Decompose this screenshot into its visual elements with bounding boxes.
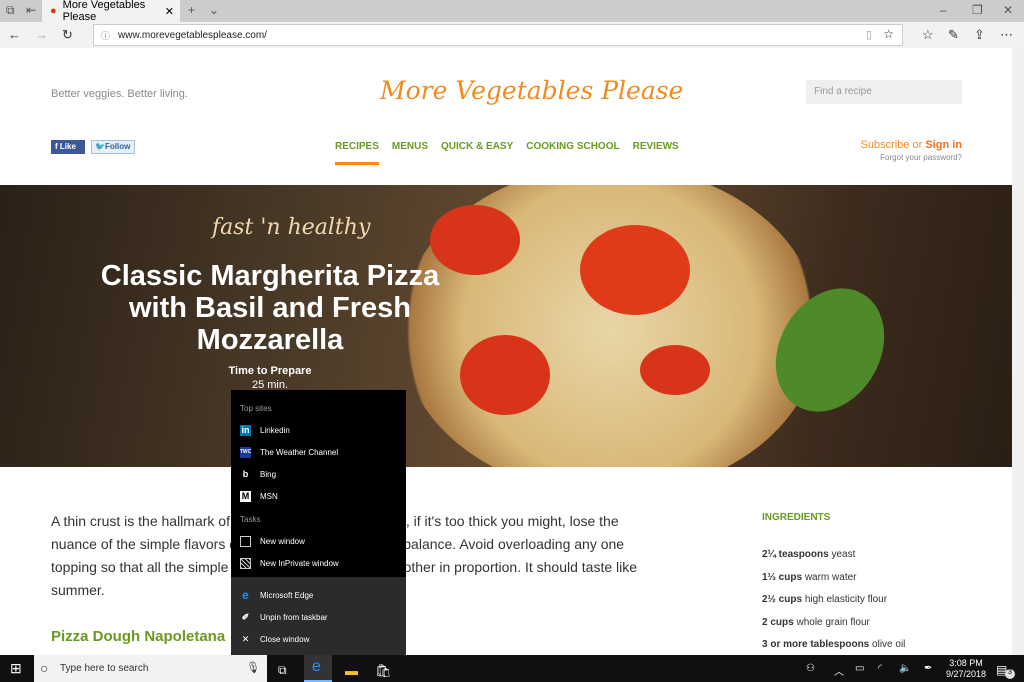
tomato-favicon-icon: ● <box>50 5 57 17</box>
like-label: Like <box>59 142 76 151</box>
more-icon[interactable]: ⋯ <box>1000 27 1013 43</box>
msn-icon: M <box>240 490 251 502</box>
web-page: Better veggies. Better living. More Vege… <box>0 48 1012 655</box>
task-view-icon[interactable]: ⧉ <box>278 663 287 678</box>
main-menu: RECIPES MENUS QUICK & EASY COOKING SCHOO… <box>335 141 679 165</box>
windows-start-icon[interactable]: ⊞ <box>10 660 22 677</box>
show-hidden-icon[interactable]: ︿ <box>834 663 844 678</box>
menu-quick-easy[interactable]: QUICK & EASY <box>441 141 513 165</box>
menu-cooking-school[interactable]: COOKING SCHOOL <box>526 141 619 165</box>
back-icon[interactable]: ← <box>8 27 21 42</box>
set-aside-tabs-icon[interactable]: ⇤ <box>26 3 36 17</box>
tab-title: More Vegetables Please <box>62 0 146 23</box>
time-to-prepare-label: Time to Prepare <box>228 365 312 377</box>
close-icon: ✕ <box>241 633 250 644</box>
search-placeholder: Type here to search <box>60 663 149 674</box>
favorite-star-icon[interactable]: ☆ <box>883 27 894 41</box>
inprivate-window-icon <box>240 557 251 569</box>
store-icon[interactable]: 🛍 <box>375 663 392 679</box>
ingredients-list: 2¼ teaspoons yeast 1⅓ cups warm water 2½… <box>762 544 905 655</box>
jump-new-inprivate[interactable]: New InPrivate window <box>231 553 406 573</box>
wifi-icon[interactable]: ◜ <box>878 663 882 674</box>
vertical-scrollbar[interactable] <box>1012 48 1024 655</box>
jump-weather-channel[interactable]: TWC The Weather Channel <box>231 442 406 462</box>
subscribe-signin: Subscribe or Sign in <box>820 139 963 151</box>
close-tab-icon[interactable]: ✕ <box>165 5 174 18</box>
ingredient-item: 3 or more tablespoons olive oil <box>762 639 906 651</box>
info-icon: ⓘ <box>101 31 111 41</box>
subscribe-link[interactable]: Subscribe or <box>861 139 923 151</box>
menu-recipes[interactable]: RECIPES <box>335 141 379 165</box>
share-icon[interactable]: ⇪ <box>974 27 985 43</box>
tasks-label: Tasks <box>240 515 261 524</box>
ingredients-heading: INGREDIENTS <box>762 512 831 523</box>
recipe-search-input[interactable]: Find a recipe <box>806 80 962 104</box>
jump-linkedin[interactable]: in Linkedin <box>231 420 406 440</box>
favorites-icon[interactable]: ☆ <box>922 27 934 43</box>
ingredient-item: 2 cups whole grain flour <box>762 616 870 628</box>
reading-view-icon[interactable]: ▯ <box>866 28 872 41</box>
address-bar[interactable]: ⓘ www.morevegetablesplease.com/ ▯ ☆ <box>93 24 903 46</box>
site-logo[interactable]: More Vegetables Please <box>380 76 683 105</box>
cortana-icon: ○ <box>40 660 49 676</box>
window-icon <box>240 535 251 547</box>
new-tab-icon[interactable]: + <box>188 3 195 17</box>
jump-bing[interactable]: b Bing <box>231 464 406 484</box>
jump-new-window[interactable]: New window <box>231 531 406 551</box>
jump-unpin[interactable]: ✐ Unpin from taskbar <box>231 607 406 627</box>
ingredient-item: 2½ cups high elasticity flour <box>762 594 888 606</box>
edge-icon: e <box>242 588 249 602</box>
url-text: www.morevegetablesplease.com/ <box>118 29 267 41</box>
linkedin-icon: in <box>240 424 251 436</box>
microphone-icon[interactable]: 🎙 <box>246 661 260 674</box>
twitter-follow-button[interactable]: 🐦Follow <box>91 140 135 154</box>
taskbar-search-input[interactable]: ○ Type here to search 🎙 <box>34 655 267 682</box>
refresh-icon[interactable]: ↻ <box>62 27 73 43</box>
file-explorer-icon[interactable]: ▬ <box>345 663 358 678</box>
jump-close-window[interactable]: ✕ Close window <box>231 629 406 649</box>
twitter-icon: 🐦 <box>95 142 105 151</box>
web-note-icon[interactable]: ✎ <box>948 27 959 43</box>
tab-preview-chevron-icon[interactable]: ⌄ <box>209 3 219 17</box>
article-subheading: Pizza Dough Napoletana <box>51 628 226 645</box>
browser-tab[interactable]: ● More Vegetables Please ✕ <box>42 0 180 23</box>
follow-label: Follow <box>104 142 131 151</box>
jump-msn[interactable]: M MSN <box>231 486 406 506</box>
volume-icon[interactable]: 🔈 <box>899 663 911 674</box>
site-tagline: Better veggies. Better living. <box>51 88 188 100</box>
hero-title: Classic Margherita Pizza with Basil and … <box>100 260 440 356</box>
pen-icon[interactable]: ✒ <box>924 663 932 674</box>
bing-icon: b <box>242 469 249 479</box>
edge-jump-list: Top sites in Linkedin TWC The Weather Chan… <box>231 390 406 655</box>
weather-channel-icon: TWC <box>240 446 251 458</box>
jump-microsoft-edge[interactable]: e Microsoft Edge <box>231 585 406 605</box>
forgot-password-link[interactable]: Forgot your password? <box>820 153 962 162</box>
menu-reviews[interactable]: REVIEWS <box>633 141 679 165</box>
facebook-like-button[interactable]: f Like <box>51 140 85 154</box>
minimize-icon[interactable]: – <box>940 3 947 17</box>
restore-icon[interactable]: ❐ <box>972 3 983 17</box>
edge-icon: e <box>312 658 321 675</box>
taskbar-edge[interactable]: e <box>304 655 332 682</box>
clock-date[interactable]: 9/27/2018 <box>944 669 988 679</box>
hero-banner: fast 'n healthy Classic Margherita Pizza… <box>0 185 1012 467</box>
jump-app-section: e Microsoft Edge ✐ Unpin from taskbar ✕ Clo… <box>231 577 406 655</box>
notification-count-badge: 3 <box>1005 669 1015 679</box>
battery-icon[interactable]: ▭ <box>855 663 864 674</box>
hero-kicker: fast 'n healthy <box>212 215 371 240</box>
close-window-icon[interactable]: ✕ <box>1003 3 1013 17</box>
top-sites-label: Top sites <box>240 404 272 413</box>
ingredient-item: 2¼ teaspoons yeast <box>762 549 856 560</box>
ingredient-item: 1⅓ cups warm water <box>762 571 857 583</box>
people-icon[interactable]: ⚇ <box>806 663 815 674</box>
unpin-icon: ✐ <box>241 611 250 622</box>
menu-menus[interactable]: MENUS <box>392 141 428 165</box>
clock-time[interactable]: 3:08 PM <box>946 658 986 668</box>
forward-icon[interactable]: → <box>35 27 48 42</box>
sign-in-link[interactable]: Sign in <box>925 139 962 151</box>
tab-manager-icon[interactable]: ⧉ <box>6 3 15 18</box>
